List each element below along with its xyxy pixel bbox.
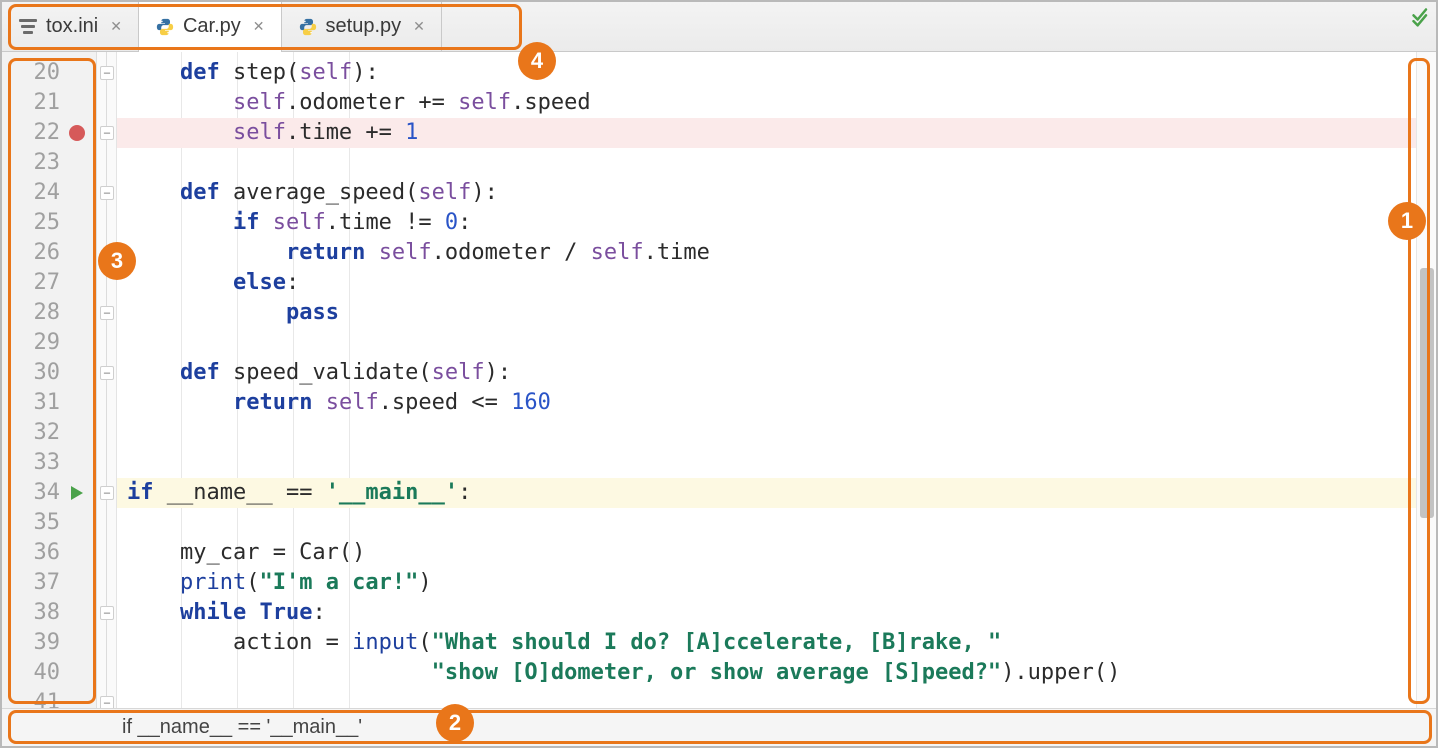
line-number: 28 xyxy=(2,298,60,328)
tab-setup[interactable]: setup.py ✕ xyxy=(282,2,442,51)
line-number: 24 xyxy=(2,178,60,208)
code-line[interactable]: pass xyxy=(117,298,339,328)
fold-toggle[interactable]: − xyxy=(100,186,114,200)
code-line[interactable]: return self.speed <= 160 xyxy=(117,388,551,418)
code-line[interactable]: action = input("What should I do? [A]cce… xyxy=(117,628,1001,658)
line-number: 33 xyxy=(2,448,60,478)
line-number: 26 xyxy=(2,238,60,268)
line-number: 29 xyxy=(2,328,60,358)
line-number: 21 xyxy=(2,88,60,118)
code-line[interactable]: self.odometer += self.speed xyxy=(117,88,591,118)
line-number: 23 xyxy=(2,148,60,178)
close-icon[interactable]: ✕ xyxy=(413,18,425,35)
line-number: 38 xyxy=(2,598,60,628)
fold-toggle[interactable]: − xyxy=(100,486,114,500)
scrollbar-thumb[interactable] xyxy=(1420,268,1434,517)
analysis-status-icon[interactable] xyxy=(1410,6,1432,28)
scrollbar-track[interactable] xyxy=(1416,52,1436,708)
line-number: 20 xyxy=(2,58,60,88)
code-area[interactable]: def step(self): self.odometer += self.sp… xyxy=(117,52,1416,708)
code-line[interactable]: self.time += 1 xyxy=(117,118,418,148)
code-line[interactable]: while True: xyxy=(117,598,326,628)
code-line[interactable]: my_car = Car() xyxy=(117,538,365,568)
run-gutter-icon[interactable] xyxy=(64,478,90,508)
callout-badge-2: 2 xyxy=(436,704,474,742)
tab-tox[interactable]: tox.ini ✕ xyxy=(2,2,139,51)
code-line[interactable]: else: xyxy=(117,268,299,298)
tox-icon xyxy=(18,17,38,37)
tab-label: Car.py xyxy=(183,15,241,38)
callout-badge-1: 1 xyxy=(1388,202,1426,240)
python-icon xyxy=(298,17,318,37)
line-number: 25 xyxy=(2,208,60,238)
code-line[interactable]: def average_speed(self): xyxy=(117,178,498,208)
code-line[interactable]: if self.time != 0: xyxy=(117,208,471,238)
breakpoint-icon[interactable] xyxy=(64,118,90,148)
line-number: 22 xyxy=(2,118,60,148)
close-icon[interactable]: ✕ xyxy=(110,18,122,35)
editor-tabs: tox.ini ✕ Car.py ✕ setup.py ✕ xyxy=(2,2,1436,52)
code-line[interactable]: if __name__ == '__main__': xyxy=(117,478,471,508)
line-number: 39 xyxy=(2,628,60,658)
editor-body: 2021222324252627282930313233343536373839… xyxy=(2,52,1436,708)
line-number: 30 xyxy=(2,358,60,388)
code-line[interactable]: "show [O]dometer, or show average [S]pee… xyxy=(117,658,1120,688)
gutter[interactable]: 2021222324252627282930313233343536373839… xyxy=(2,52,97,708)
fold-toggle[interactable]: − xyxy=(100,126,114,140)
fold-toggle[interactable]: − xyxy=(100,366,114,380)
line-number: 31 xyxy=(2,388,60,418)
ide-editor-frame: tox.ini✕Car.py✕setup.py✕ 202122232425262… xyxy=(0,0,1438,748)
tab-label: tox.ini xyxy=(46,15,98,38)
tab-label: setup.py xyxy=(326,15,402,38)
line-number: 40 xyxy=(2,658,60,688)
tab-car[interactable]: Car.py ✕ xyxy=(139,2,282,51)
line-number: 36 xyxy=(2,538,60,568)
python-icon xyxy=(155,17,175,37)
code-line[interactable]: return self.odometer / self.time xyxy=(117,238,710,268)
fold-column[interactable]: −−−−−−−− xyxy=(97,52,117,708)
fold-toggle[interactable]: − xyxy=(100,306,114,320)
line-number: 34 xyxy=(2,478,60,508)
close-icon[interactable]: ✕ xyxy=(253,18,265,35)
breadcrumb-text: if __name__ == '__main__' xyxy=(122,716,362,739)
line-number: 35 xyxy=(2,508,60,538)
callout-badge-4: 4 xyxy=(518,42,556,80)
code-line[interactable]: print("I'm a car!") xyxy=(117,568,432,598)
breadcrumb-bar[interactable]: if __name__ == '__main__' xyxy=(2,708,1436,746)
fold-toggle[interactable]: − xyxy=(100,606,114,620)
line-number: 37 xyxy=(2,568,60,598)
fold-toggle[interactable]: − xyxy=(100,66,114,80)
callout-badge-3: 3 xyxy=(98,242,136,280)
line-number: 32 xyxy=(2,418,60,448)
code-line[interactable]: def step(self): xyxy=(117,58,379,88)
code-line[interactable]: def speed_validate(self): xyxy=(117,358,511,388)
line-number: 27 xyxy=(2,268,60,298)
